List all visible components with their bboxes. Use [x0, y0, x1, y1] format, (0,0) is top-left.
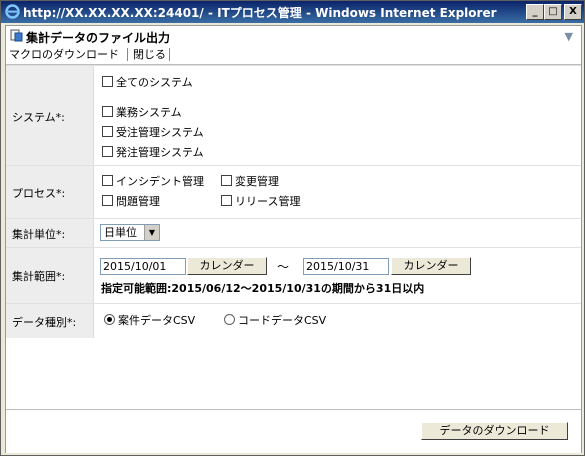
- calendar-to-button[interactable]: カレンダー: [391, 257, 471, 275]
- file-output-icon: [10, 29, 23, 42]
- browser-window: http://XX.XX.XX.XX:24401/ - ITプロセス管理 - W…: [0, 0, 585, 456]
- datatype-label: データ種別*:: [12, 316, 77, 329]
- footer: データのダウンロード: [6, 409, 581, 453]
- menu-bar: マクロのダウンロード 閉じる: [6, 46, 581, 65]
- download-data-button[interactable]: データのダウンロード: [421, 422, 568, 440]
- checkbox-system-2[interactable]: 受注管理システム: [102, 126, 204, 140]
- ie-icon: [5, 4, 20, 19]
- window-title: http://XX.XX.XX.XX:24401/ - ITプロセス管理 - W…: [23, 6, 497, 20]
- checkbox-system-1[interactable]: 業務システム: [102, 106, 182, 120]
- unit-row: 集計単位*: 日単位 ▼: [6, 218, 581, 247]
- checkbox-all-systems[interactable]: 全てのシステム: [102, 76, 193, 90]
- minimize-button[interactable]: _: [526, 4, 544, 20]
- title-bar: http://XX.XX.XX.XX:24401/ - ITプロセス管理 - W…: [1, 1, 584, 23]
- close-window-button[interactable]: X: [564, 4, 582, 20]
- radio-code-csv[interactable]: コードデータCSV: [224, 314, 326, 328]
- system-label: システム*:: [12, 111, 65, 124]
- calendar-from-button[interactable]: カレンダー: [187, 257, 267, 275]
- menu-separator: [127, 48, 128, 61]
- process-row: プロセス*: インシデント管理 変更管理 問題管理 リリース管理: [6, 165, 581, 218]
- unit-label: 集計単位*:: [12, 228, 66, 241]
- range-tilde: ～: [277, 260, 290, 274]
- dropdown-arrow-icon[interactable]: ▼: [144, 225, 159, 240]
- datatype-row: データ種別*: 案件データCSV コードデータCSV: [6, 303, 581, 338]
- range-label: 集計範囲*:: [12, 270, 66, 283]
- checkbox-incident[interactable]: インシデント管理: [102, 175, 204, 189]
- maximize-button[interactable]: □: [544, 4, 562, 20]
- dialog-content: 集計データのファイル出力 ▼ マクロのダウンロード 閉じる システム*: 全ての…: [5, 25, 582, 453]
- dialog-header: 集計データのファイル出力 ▼: [6, 26, 581, 46]
- dialog-title: 集計データのファイル出力: [26, 31, 171, 45]
- date-to-input[interactable]: 2015/10/31: [303, 258, 389, 275]
- system-row: システム*: 全てのシステム 業務システム 受注管理システム 発注管理システム: [6, 65, 581, 165]
- checkbox-system-3[interactable]: 発注管理システム: [102, 146, 204, 160]
- menu-macro-download[interactable]: マクロのダウンロード: [6, 47, 122, 62]
- checkbox-release[interactable]: リリース管理: [221, 195, 300, 209]
- process-label: プロセス*:: [12, 187, 66, 200]
- collapse-arrow-icon[interactable]: ▼: [565, 30, 573, 43]
- checkbox-change[interactable]: 変更管理: [221, 175, 279, 189]
- checkbox-problem[interactable]: 問題管理: [102, 195, 160, 209]
- range-note: 指定可能範囲:2015/06/12～2015/10/31の期間から31日以内: [101, 282, 425, 295]
- unit-select[interactable]: 日単位 ▼: [100, 224, 160, 241]
- radio-case-csv[interactable]: 案件データCSV: [104, 314, 195, 328]
- menu-close[interactable]: 閉じる: [130, 47, 169, 62]
- date-from-input[interactable]: 2015/10/01: [100, 258, 186, 275]
- range-row: 集計範囲*: 2015/10/01 カレンダー ～ 2015/10/31 カレン…: [6, 247, 581, 303]
- menu-separator: [169, 48, 170, 61]
